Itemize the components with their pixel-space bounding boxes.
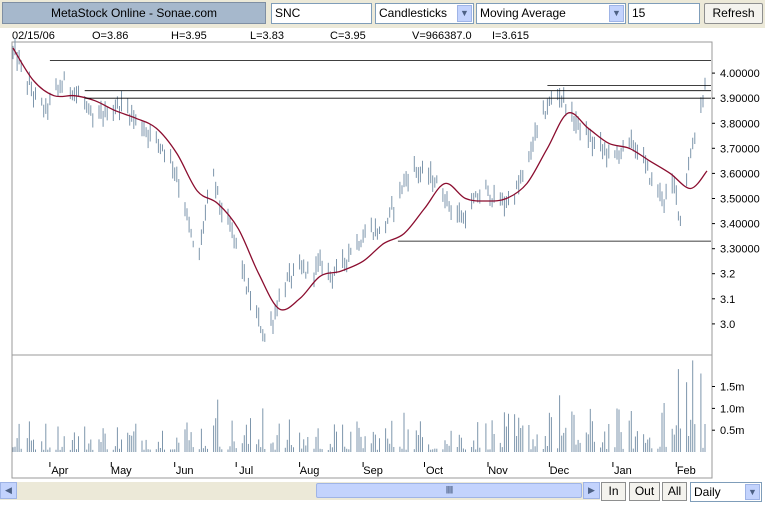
show-all-button[interactable]: All	[662, 482, 687, 501]
x-tick-label: Jul	[239, 465, 253, 477]
stock-chart[interactable]: 4.00000 3.90000 3.80000 3.70000 3.60000 3.500…	[0, 0, 765, 482]
scroll-left-icon[interactable]: ◀	[0, 482, 17, 499]
price-tick-label: 3.70000	[720, 143, 760, 155]
price-tick-label: 4.00000	[720, 68, 760, 80]
zoom-in-button[interactable]: In	[601, 482, 626, 501]
x-tick-label: Feb	[677, 465, 696, 477]
x-tick-label: Aug	[300, 465, 320, 477]
price-tick-label: 3.40000	[720, 219, 760, 231]
timeframe-select[interactable]: Daily ▼	[690, 482, 762, 502]
x-tick-label: Nov	[488, 465, 508, 477]
price-tick-label: 3.0	[720, 319, 735, 331]
x-tick-label: Sep	[363, 465, 383, 477]
price-tick-label: 3.80000	[720, 118, 760, 130]
timeframe-value: Daily	[694, 485, 721, 499]
price-axis: 4.00000 3.90000 3.80000 3.70000 3.60000 3.500…	[712, 68, 760, 331]
price-tick-label: 3.1	[720, 294, 735, 306]
price-tick-label: 3.50000	[720, 194, 760, 206]
volume-tick-label: 1.5m	[720, 382, 744, 394]
volume-axis: 1.5m 1.0m 0.5m	[712, 382, 744, 437]
x-tick-label: Oct	[426, 465, 443, 477]
chevron-down-icon[interactable]: ▼	[745, 484, 760, 500]
price-tick-label: 3.60000	[720, 168, 760, 180]
volume-tick-label: 0.5m	[720, 425, 744, 437]
volume-tick-label: 1.0m	[720, 403, 744, 415]
x-tick-label: Dec	[550, 465, 570, 477]
zoom-out-button[interactable]: Out	[629, 482, 660, 501]
horizontal-scrollbar[interactable]: ◀ |||||| ▶	[0, 482, 600, 500]
price-tick-label: 3.90000	[720, 93, 760, 105]
scroll-thumb[interactable]: ||||||	[316, 483, 582, 498]
price-tick-label: 3.2	[720, 269, 735, 281]
scroll-right-icon[interactable]: ▶	[583, 482, 600, 499]
x-tick-label: May	[111, 465, 132, 477]
x-tick-label: Apr	[51, 465, 68, 477]
price-tick-label: 3.30000	[720, 244, 760, 256]
x-tick-label: Jan	[614, 465, 632, 477]
x-tick-label: Jun	[176, 465, 194, 477]
